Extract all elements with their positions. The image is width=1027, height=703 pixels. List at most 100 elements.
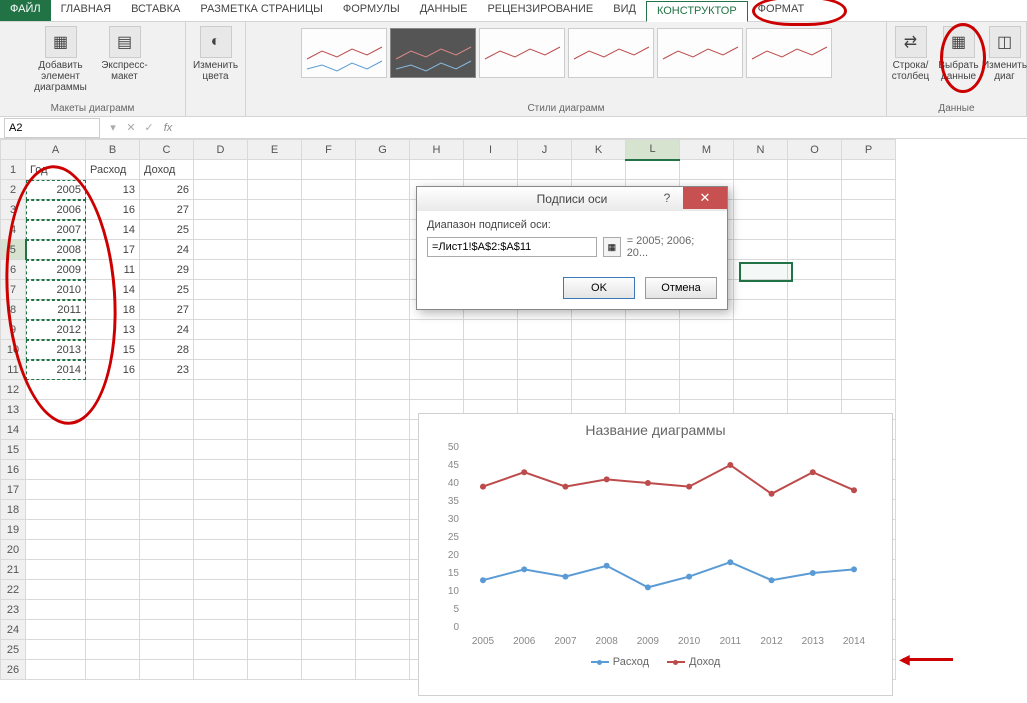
cell-E21[interactable] xyxy=(248,560,302,580)
cell-D1[interactable] xyxy=(194,160,248,180)
cell-N5[interactable] xyxy=(734,240,788,260)
cell-C1[interactable]: Доход xyxy=(140,160,194,180)
fx-icon[interactable]: fx xyxy=(158,122,178,134)
cell-D16[interactable] xyxy=(194,460,248,480)
cell-G11[interactable] xyxy=(356,360,410,380)
cell-M1[interactable] xyxy=(680,160,734,180)
cell-C21[interactable] xyxy=(140,560,194,580)
cell-D3[interactable] xyxy=(194,200,248,220)
cell-F18[interactable] xyxy=(302,500,356,520)
cell-K10[interactable] xyxy=(572,340,626,360)
cell-J12[interactable] xyxy=(518,380,572,400)
cell-K12[interactable] xyxy=(572,380,626,400)
cell-P6[interactable] xyxy=(842,260,896,280)
chart-style-3[interactable] xyxy=(479,28,565,78)
chart-legend[interactable]: РасходДоход xyxy=(419,652,892,672)
cell-L11[interactable] xyxy=(626,360,680,380)
row-header-3[interactable]: 3 xyxy=(1,200,26,220)
cell-A21[interactable] xyxy=(26,560,86,580)
cell-E23[interactable] xyxy=(248,600,302,620)
cell-D25[interactable] xyxy=(194,640,248,660)
cell-P4[interactable] xyxy=(842,220,896,240)
tab-вставка[interactable]: ВСТАВКА xyxy=(121,0,190,21)
cell-D5[interactable] xyxy=(194,240,248,260)
cell-A18[interactable] xyxy=(26,500,86,520)
cell-M11[interactable] xyxy=(680,360,734,380)
cell-H11[interactable] xyxy=(410,360,464,380)
row-header-7[interactable]: 7 xyxy=(1,280,26,300)
cell-F8[interactable] xyxy=(302,300,356,320)
cell-N7[interactable] xyxy=(734,280,788,300)
chart-style-2[interactable] xyxy=(390,28,476,78)
chart-style-1[interactable] xyxy=(301,28,387,78)
cell-C19[interactable] xyxy=(140,520,194,540)
cell-C13[interactable] xyxy=(140,400,194,420)
cell-F13[interactable] xyxy=(302,400,356,420)
add-chart-element-button[interactable]: ▦ Добавить элемент диаграммы xyxy=(31,26,91,93)
row-header-17[interactable]: 17 xyxy=(1,480,26,500)
cell-E6[interactable] xyxy=(248,260,302,280)
cell-B21[interactable] xyxy=(86,560,140,580)
select-all[interactable] xyxy=(1,140,26,160)
col-header-F[interactable]: F xyxy=(302,140,356,160)
cell-A6[interactable]: 2009 xyxy=(26,260,86,280)
legend-item-Доход[interactable]: Доход xyxy=(667,656,720,668)
cell-G1[interactable] xyxy=(356,160,410,180)
col-header-E[interactable]: E xyxy=(248,140,302,160)
cell-M12[interactable] xyxy=(680,380,734,400)
cell-G13[interactable] xyxy=(356,400,410,420)
cell-N10[interactable] xyxy=(734,340,788,360)
cell-B16[interactable] xyxy=(86,460,140,480)
tab-главная[interactable]: ГЛАВНАЯ xyxy=(51,0,121,21)
col-header-L[interactable]: L xyxy=(626,140,680,160)
cell-F26[interactable] xyxy=(302,660,356,680)
cell-L12[interactable] xyxy=(626,380,680,400)
cancel-button[interactable]: Отмена xyxy=(645,277,717,299)
tab-данные[interactable]: ДАННЫЕ xyxy=(410,0,478,21)
cell-O5[interactable] xyxy=(788,240,842,260)
cell-O7[interactable] xyxy=(788,280,842,300)
cell-B7[interactable]: 14 xyxy=(86,280,140,300)
cell-A4[interactable]: 2007 xyxy=(26,220,86,240)
cell-E8[interactable] xyxy=(248,300,302,320)
chart-style-6[interactable] xyxy=(746,28,832,78)
cell-P8[interactable] xyxy=(842,300,896,320)
col-header-G[interactable]: G xyxy=(356,140,410,160)
cell-E1[interactable] xyxy=(248,160,302,180)
cell-D24[interactable] xyxy=(194,620,248,640)
row-header-4[interactable]: 4 xyxy=(1,220,26,240)
cell-A2[interactable]: 2005 xyxy=(26,180,86,200)
cell-E24[interactable] xyxy=(248,620,302,640)
cell-A8[interactable]: 2011 xyxy=(26,300,86,320)
cell-B5[interactable]: 17 xyxy=(86,240,140,260)
cell-L9[interactable] xyxy=(626,320,680,340)
cell-D23[interactable] xyxy=(194,600,248,620)
cell-G25[interactable] xyxy=(356,640,410,660)
cell-G19[interactable] xyxy=(356,520,410,540)
enter-icon[interactable]: ✓ xyxy=(140,121,158,134)
cell-J1[interactable] xyxy=(518,160,572,180)
cell-A9[interactable]: 2012 xyxy=(26,320,86,340)
cell-C24[interactable] xyxy=(140,620,194,640)
cell-I10[interactable] xyxy=(464,340,518,360)
cell-F12[interactable] xyxy=(302,380,356,400)
cell-A12[interactable] xyxy=(26,380,86,400)
col-header-O[interactable]: O xyxy=(788,140,842,160)
cell-N4[interactable] xyxy=(734,220,788,240)
cell-D14[interactable] xyxy=(194,420,248,440)
cell-D13[interactable] xyxy=(194,400,248,420)
cell-D6[interactable] xyxy=(194,260,248,280)
row-header-2[interactable]: 2 xyxy=(1,180,26,200)
cell-N1[interactable] xyxy=(734,160,788,180)
cell-A26[interactable] xyxy=(26,660,86,680)
cell-B14[interactable] xyxy=(86,420,140,440)
cell-G17[interactable] xyxy=(356,480,410,500)
cell-A5[interactable]: 2008 xyxy=(26,240,86,260)
cell-G15[interactable] xyxy=(356,440,410,460)
row-header-20[interactable]: 20 xyxy=(1,540,26,560)
cell-B1[interactable]: Расход xyxy=(86,160,140,180)
cell-B12[interactable] xyxy=(86,380,140,400)
cell-G7[interactable] xyxy=(356,280,410,300)
dialog-help-button[interactable]: ? xyxy=(653,187,681,209)
row-header-18[interactable]: 18 xyxy=(1,500,26,520)
